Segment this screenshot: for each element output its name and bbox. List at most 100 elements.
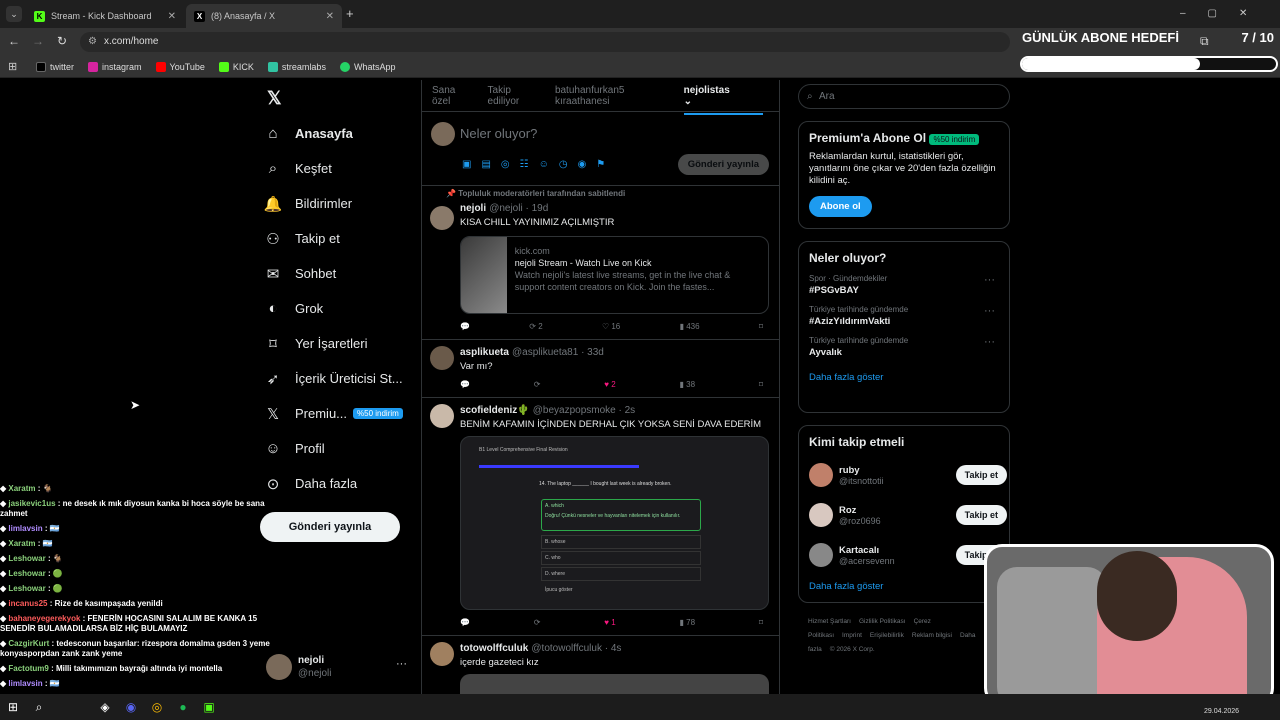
repost-button[interactable]: ⟳ [534,380,541,389]
subscribe-button[interactable]: Abone ol [809,196,872,217]
back-icon[interactable]: ← [8,34,20,48]
pinned-app-icon[interactable]: ◈ [92,694,118,720]
apps-icon[interactable]: ⊞ [8,60,17,73]
reply-icon[interactable]: 💬 [460,380,470,389]
discord-icon[interactable]: ◉ [118,694,144,720]
forward-icon[interactable]: → [32,34,44,48]
footer-link[interactable]: Gizlilik Politikası [859,618,906,625]
bookmark-whatsapp[interactable]: WhatsApp [339,61,395,72]
avatar[interactable] [430,642,454,666]
like-button[interactable]: ♥ 1 [604,618,615,627]
avatar[interactable] [430,206,454,230]
more-icon[interactable]: ··· [984,336,995,348]
location-icon[interactable]: ◉ [578,159,597,170]
bookmark-icon[interactable]: ⌑ [759,380,763,389]
bookmark-twitter[interactable]: twitter [36,61,74,72]
show-more-link[interactable]: Daha fazla göster [809,581,999,592]
post-author[interactable]: nejoli [460,203,486,214]
close-tab-icon[interactable]: ✕ [326,11,334,22]
poll-icon[interactable]: ☷ [520,159,539,170]
footer-link[interactable]: Hizmet Şartları [808,618,851,625]
post-button[interactable]: Gönderi yayınla [260,512,400,542]
sidebar-item-0[interactable]: ⌂ Anasayfa [262,116,422,151]
compose-input[interactable]: Neler oluyor? [460,126,537,141]
tab-kick-dashboard[interactable]: K Stream - Kick Dashboard ✕ [26,4,184,28]
post-image[interactable]: B1 Level Comprehensive Final Revision 14… [460,436,769,610]
app-icon[interactable]: ▣ [196,694,222,720]
more-icon[interactable]: ··· [396,658,407,670]
post-author[interactable]: asplikueta [460,347,509,358]
chat-username[interactable]: Leshowar [8,569,45,578]
avatar[interactable] [809,463,833,487]
repost-button[interactable]: ⟳ [534,618,541,627]
chat-username[interactable]: Xaratm [8,484,35,493]
views-button[interactable]: ▮ 436 [680,322,700,331]
footer-link[interactable]: © 2026 X Corp. [830,646,875,653]
footer-link[interactable]: Imprint [842,632,862,639]
gif-icon[interactable]: ▤ [481,159,500,170]
reload-icon[interactable]: ↻ [57,34,67,48]
follow-suggestion[interactable]: Roz @roz0696 Takip et [809,495,1007,535]
sidebar-item-9[interactable]: ☺ Profil [262,431,422,466]
avatar[interactable] [809,543,833,567]
link-card[interactable]: kick.com nejoli Stream - Watch Live on K… [460,236,769,314]
avatar[interactable] [430,346,454,370]
views-button[interactable]: ▮ 38 [680,380,696,389]
chat-username[interactable]: limlavsin [8,524,42,533]
repost-button[interactable]: ⟳ 2 [529,322,542,331]
sidebar-item-8[interactable]: 𝕏 Premiu... %50 indirim [262,396,422,431]
bookmark-instagram[interactable]: instagram [88,61,142,72]
follow-button[interactable]: Takip et [955,505,1007,525]
sidebar-item-1[interactable]: ⌕ Keşfet [262,151,422,186]
sidebar-item-10[interactable]: ⊙ Daha fazla [262,466,422,501]
tab-community[interactable]: batuhanfurkan5 kıraathanesi [555,85,668,107]
reply-icon[interactable]: 💬 [460,618,470,627]
chrome-icon[interactable]: ◎ [144,694,170,720]
chat-username[interactable]: Leshowar [8,554,45,563]
sidebar-item-4[interactable]: ✉ Sohbet [262,256,422,291]
trend-item[interactable]: Türkiye tarihinde gündemde #AzizYıldırımV… [809,305,999,327]
post[interactable]: scofieldeniz🌵 @beyazpopsmoke · 2s BENİM … [422,398,779,636]
chat-username[interactable]: incanus25 [8,599,47,608]
sidebar-item-3[interactable]: ⚇ Takip et [262,221,422,256]
tab-following[interactable]: Takip ediliyor [488,85,539,107]
sidebar-item-5[interactable]: ◐ Grok [262,291,422,326]
tab-for-you[interactable]: Sana özel [432,85,472,107]
new-tab-button[interactable]: + [346,6,354,21]
emoji-icon[interactable]: ☺ [539,159,559,170]
follow-button[interactable]: Takip et [955,465,1007,485]
follow-suggestion[interactable]: ruby @itsnottotii Takip et [809,455,1007,495]
avatar[interactable] [430,404,454,428]
chat-username[interactable]: Xaratm [8,539,35,548]
like-button[interactable]: ♥ 2 [604,380,615,389]
post-author[interactable]: totowolffculuk [460,643,528,654]
trend-item[interactable]: Spor · Gündemdekiler #PSGvBAY ··· [809,274,999,296]
sidebar-item-6[interactable]: ⌑ Yer İşaretleri [262,326,422,361]
sidebar-item-2[interactable]: 🔔 Bildirimler [262,186,422,221]
close-tab-icon[interactable]: ✕ [168,11,176,22]
compose-post-button[interactable]: Gönderi yayınla [677,154,769,175]
trend-item[interactable]: Türkiye tarihinde gündemde Ayvalık ··· [809,336,999,358]
more-icon[interactable]: ··· [984,274,995,286]
bookmark-youtube[interactable]: YouTube [155,61,205,72]
bookmark-streamlabs[interactable]: streamlabs [267,61,326,72]
flag-icon[interactable]: ⚑ [596,159,615,170]
spotify-icon[interactable]: ● [170,694,196,720]
account-switcher[interactable]: nejoli @nejoli ··· [266,654,416,684]
bookmark-icon[interactable]: ⌑ [759,322,763,331]
search-icon[interactable]: ⌕ [26,694,52,720]
show-more-link[interactable]: Daha fazla göster [809,372,999,383]
site-info-icon[interactable]: ⚙ [88,32,97,52]
chat-username[interactable]: bahaneyegerekyok [8,614,80,623]
footer-link[interactable]: Erişilebilirlik [870,632,904,639]
tab-nejolistas[interactable]: nejolistas ⌄ [683,85,764,115]
schedule-icon[interactable]: ◷ [559,159,578,170]
post-author[interactable]: scofieldeniz🌵 [460,405,530,416]
like-button[interactable]: ♡ 16 [602,322,620,331]
grok-icon[interactable]: ◎ [501,159,520,170]
chat-username[interactable]: Factotum9 [8,664,48,673]
tab-search-button[interactable]: ⌄ [6,6,22,22]
bookmark-icon[interactable]: ⌑ [759,618,763,627]
chat-username[interactable]: jasikevic1us [8,499,55,508]
x-logo-icon[interactable]: 𝕏 [262,80,422,116]
